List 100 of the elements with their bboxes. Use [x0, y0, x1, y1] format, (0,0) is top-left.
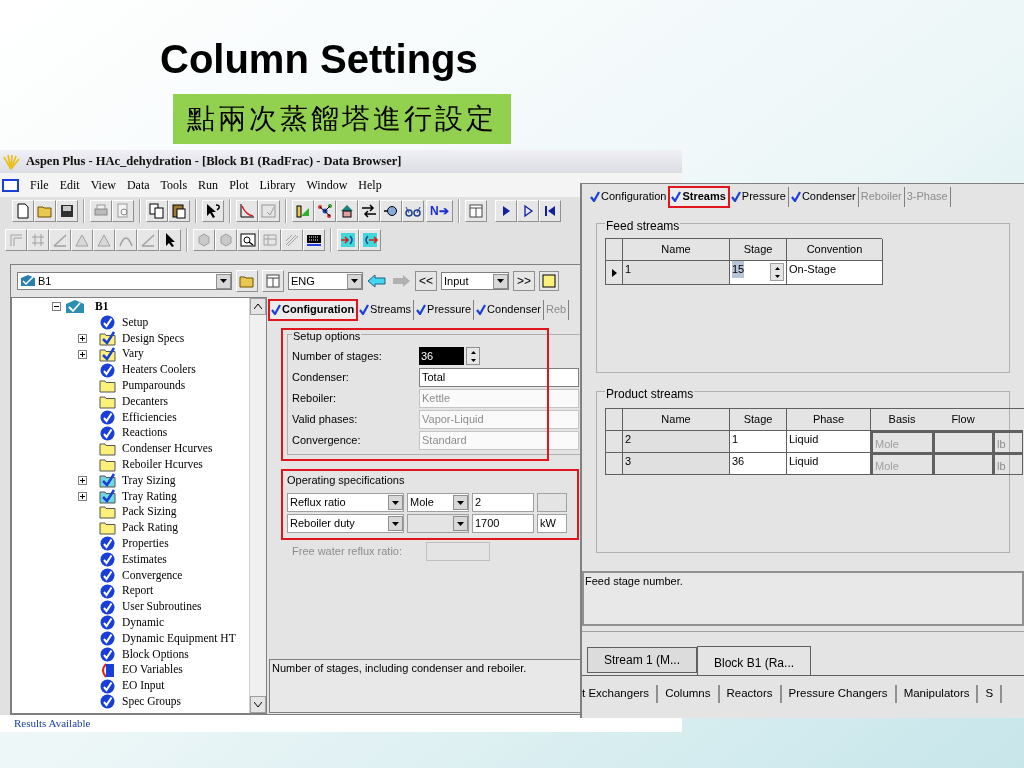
- tree-item[interactable]: Pack Sizing: [122, 504, 177, 521]
- tree-item[interactable]: Tray Sizing: [122, 472, 176, 489]
- folder-icon: [99, 394, 116, 409]
- note-icon: [542, 274, 557, 288]
- folder-icon: [99, 505, 116, 520]
- expand-toggle-icon[interactable]: [78, 334, 87, 343]
- check-circle-icon: [100, 552, 115, 568]
- tree-item[interactable]: Spec Groups: [122, 693, 182, 710]
- tree-item[interactable]: Condenser Hcurves: [122, 441, 213, 457]
- spec-combo[interactable]: Reboiler duty: [287, 514, 404, 533]
- node-network-icon: [317, 202, 333, 219]
- tree-item[interactable]: Heaters Coolers: [122, 362, 196, 378]
- menu-item[interactable]: Data: [126, 176, 150, 194]
- tree-item[interactable]: Vary: [122, 346, 144, 363]
- palette-tab[interactable]: Reactors: [719, 685, 782, 703]
- menu-item[interactable]: Run: [198, 176, 219, 194]
- table-cell: 2: [623, 431, 730, 453]
- tree-item[interactable]: B1: [95, 299, 109, 315]
- menu-item[interactable]: Tools: [160, 176, 188, 194]
- palette-tab[interactable]: Manipulators: [896, 685, 979, 703]
- menu-item[interactable]: Edit: [59, 176, 80, 194]
- table-cell: lb: [993, 431, 1023, 453]
- check-circle-icon: [100, 631, 115, 647]
- text-field[interactable]: Total: [419, 367, 579, 387]
- expand-toggle-icon[interactable]: [78, 491, 87, 501]
- palette-tab[interactable]: Columns: [658, 685, 720, 703]
- tree-item[interactable]: Dynamic Equipment HT: [122, 630, 236, 647]
- tree-item[interactable]: Decanters: [122, 393, 168, 410]
- check-circle-icon: [100, 615, 115, 631]
- tree-item[interactable]: User Subroutines: [122, 599, 202, 615]
- window-tab[interactable]: Block B1 (Ra...: [697, 646, 812, 675]
- tab[interactable]: Streams: [357, 299, 415, 320]
- window-tab[interactable]: Stream 1 (M...: [587, 647, 697, 673]
- tree-item[interactable]: Convergence: [122, 567, 183, 584]
- checked-folder-icon: [99, 346, 116, 362]
- menu-item[interactable]: View: [90, 176, 116, 194]
- spinner-icon[interactable]: [770, 263, 784, 281]
- tree-item[interactable]: EO Variables: [122, 662, 183, 679]
- field-label: Number of stages:: [292, 348, 383, 364]
- tree-item[interactable]: Estimates: [122, 551, 167, 568]
- palette-tab[interactable]: S: [978, 685, 1003, 703]
- tree-item[interactable]: Reactions: [122, 425, 168, 442]
- stages-field[interactable]: 36: [419, 347, 464, 365]
- menu-item[interactable]: Plot: [229, 176, 249, 194]
- tree-item[interactable]: EO Input: [122, 678, 165, 694]
- column-header: Basis: [871, 409, 933, 431]
- feed-in-icon: [340, 231, 356, 248]
- tree-item[interactable]: Block Options: [122, 646, 189, 663]
- check-circle-icon: [100, 583, 115, 599]
- previous-button[interactable]: <<: [415, 271, 437, 291]
- tree-item[interactable]: Design Specs: [122, 330, 185, 347]
- palette-tab[interactable]: t Exchangers: [582, 685, 659, 703]
- tree-item[interactable]: Dynamic: [122, 614, 165, 631]
- tree-item[interactable]: Tray Rating: [122, 488, 177, 505]
- column-header: Flow: [933, 409, 993, 431]
- next-button[interactable]: N➔: [426, 199, 453, 222]
- block-combo[interactable]: B1: [17, 272, 232, 290]
- scrollbar[interactable]: [249, 298, 266, 713]
- tab[interactable]: Streams: [669, 186, 729, 207]
- tree-item[interactable]: Pumparounds: [122, 378, 186, 394]
- next-button[interactable]: >>: [513, 271, 536, 291]
- tree-item[interactable]: Pack Rating: [122, 520, 178, 536]
- window-title: Aspen Plus - HAc_dehydration - [Block B1 (RadFrac) - Data Browser]: [26, 153, 402, 171]
- check-circle-icon: [100, 315, 115, 331]
- spec-combo[interactable]: Reflux ratio: [287, 493, 404, 512]
- tab[interactable]: Condenser: [474, 299, 544, 320]
- tree-item[interactable]: Efficiencies: [122, 409, 177, 426]
- tree-item[interactable]: Properties: [122, 535, 169, 552]
- check-form-icon: [261, 202, 277, 219]
- value-field[interactable]: 1700: [472, 514, 534, 533]
- menu-item[interactable]: Library: [259, 176, 296, 194]
- tree-item[interactable]: Setup: [122, 314, 149, 331]
- mode-combo[interactable]: Input: [441, 272, 509, 290]
- tab[interactable]: Condenser: [788, 186, 859, 207]
- table-cell: On-Stage: [787, 261, 883, 285]
- expand-toggle-icon[interactable]: [78, 476, 87, 486]
- tab[interactable]: Pressure: [728, 186, 789, 207]
- spinner-icon[interactable]: [466, 347, 480, 365]
- collapse-toggle-icon[interactable]: [52, 302, 61, 312]
- menu-item[interactable]: Window: [306, 176, 348, 194]
- back-arrow-icon[interactable]: [367, 273, 387, 289]
- stage-field[interactable]: 15: [730, 261, 787, 285]
- value-field[interactable]: 2: [472, 493, 534, 512]
- table-cell: [933, 453, 993, 475]
- tab[interactable]: Pressure: [414, 299, 475, 320]
- check-circle-icon: [100, 425, 115, 441]
- units-field[interactable]: [537, 493, 567, 512]
- basis-combo[interactable]: Mole: [407, 493, 469, 512]
- tab[interactable]: Configuration: [269, 299, 358, 320]
- scroll-up-button[interactable]: [250, 298, 266, 315]
- tree-item[interactable]: Reboiler Hcurves: [122, 456, 203, 473]
- text-field[interactable]: [426, 542, 491, 561]
- units-field[interactable]: kW: [537, 514, 567, 533]
- expand-toggle-icon[interactable]: [78, 349, 87, 359]
- palette-tab[interactable]: Pressure Changers: [781, 685, 897, 703]
- menu-item[interactable]: Help: [358, 176, 382, 194]
- menu-item[interactable]: File: [30, 176, 49, 194]
- tree-item[interactable]: Report: [122, 583, 154, 600]
- scroll-down-button[interactable]: [250, 696, 266, 713]
- units-combo[interactable]: ENG: [288, 272, 363, 290]
